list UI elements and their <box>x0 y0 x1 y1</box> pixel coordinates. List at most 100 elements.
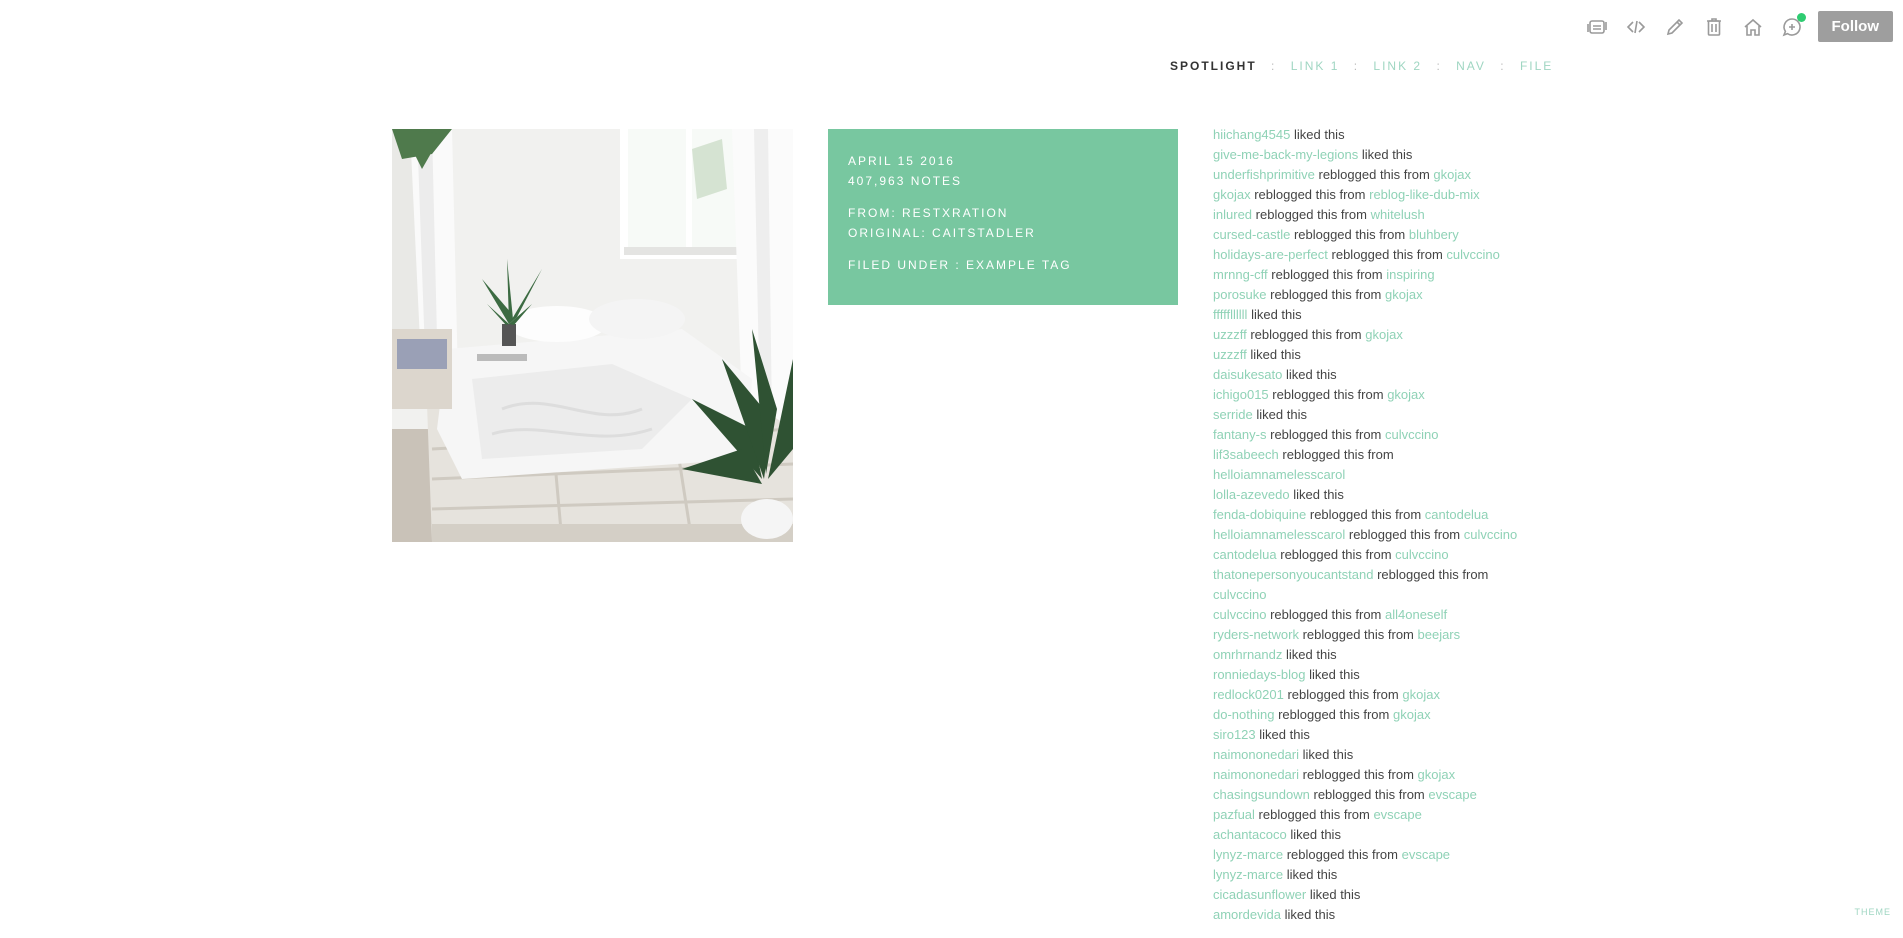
note-user-link[interactable]: lolla-azevedo <box>1213 487 1290 502</box>
note-user-link[interactable]: naimononedari <box>1213 767 1299 782</box>
tag-link[interactable]: EXAMPLE TAG <box>966 258 1072 272</box>
note-source-link[interactable]: gkojax <box>1433 167 1471 182</box>
note-action: reblogged this from <box>1272 387 1384 402</box>
customize-icon[interactable] <box>1586 16 1608 38</box>
note-source-link[interactable]: evscape <box>1428 787 1476 802</box>
note-user-link[interactable]: underfishprimitive <box>1213 167 1315 182</box>
note-user-link[interactable]: ichigo015 <box>1213 387 1269 402</box>
note-user-link[interactable]: gkojax <box>1213 187 1251 202</box>
note-source-link[interactable]: gkojax <box>1365 327 1403 342</box>
note-user-link[interactable]: siro123 <box>1213 727 1256 742</box>
note-user-link[interactable]: holidays-are-perfect <box>1213 247 1328 262</box>
nav-separator: : <box>1436 59 1442 73</box>
note-source-link[interactable]: culvccino <box>1213 587 1266 602</box>
message-icon[interactable] <box>1781 12 1806 38</box>
note-user-link[interactable]: omrhrnandz <box>1213 647 1282 662</box>
note-user-link[interactable]: pazfual <box>1213 807 1255 822</box>
note-user-link[interactable]: cantodelua <box>1213 547 1277 562</box>
delete-icon[interactable] <box>1703 16 1725 38</box>
note-user-link[interactable]: serride <box>1213 407 1253 422</box>
note-action: reblogged this from <box>1293 227 1406 242</box>
edit-icon[interactable] <box>1664 16 1686 38</box>
note-user-link[interactable]: inlured <box>1213 207 1252 222</box>
note-user-link[interactable]: mrnng-cff <box>1213 267 1268 282</box>
note-user-link[interactable]: helloiamnamelesscarol <box>1213 527 1345 542</box>
note-source-link[interactable]: gkojax <box>1393 707 1431 722</box>
theme-credit-link[interactable]: THEME <box>1855 907 1892 917</box>
note-user-link[interactable]: lynyz-marce <box>1213 867 1283 882</box>
note-source-link[interactable]: cantodelua <box>1425 507 1489 522</box>
note-user-link[interactable]: uzzzff <box>1213 347 1247 362</box>
note-user-link[interactable]: do-nothing <box>1213 707 1274 722</box>
note-user-link[interactable]: fenda-dobiquine <box>1213 507 1306 522</box>
note-user-link[interactable]: chasingsundown <box>1213 787 1310 802</box>
note-user-link[interactable]: cursed-castle <box>1213 227 1290 242</box>
post-date[interactable]: APRIL 15 2016 <box>848 151 1158 171</box>
note-source-link[interactable]: culvccino <box>1446 247 1499 262</box>
notes-list: hiichang4545 liked this give-me-back-my-l… <box>1213 125 1523 925</box>
note-user-link[interactable]: ronniedays-blog <box>1213 667 1306 682</box>
original-user-link[interactable]: CAITSTADLER <box>932 226 1036 240</box>
nav-link-1[interactable]: LINK 1 <box>1291 59 1340 73</box>
post-photo[interactable] <box>392 129 793 542</box>
note-user-link[interactable]: cicadasunflower <box>1213 887 1306 902</box>
note-source-link[interactable]: gkojax <box>1402 687 1440 702</box>
note-action: reblogged this from <box>1287 687 1399 702</box>
note-source-link[interactable]: culvccino <box>1464 527 1517 542</box>
note-user-link[interactable]: ryders-network <box>1213 627 1299 642</box>
note-source-link[interactable]: all4oneself <box>1385 607 1447 622</box>
note-user-link[interactable]: uzzzff <box>1213 327 1247 342</box>
note-source-link[interactable]: helloiamnamelesscarol <box>1213 467 1345 482</box>
nav-link-nav[interactable]: NAV <box>1456 59 1486 73</box>
list-item: serride liked this <box>1213 405 1523 425</box>
note-user-link[interactable]: fantany-s <box>1213 427 1266 442</box>
note-user-link[interactable]: give-me-back-my-legions <box>1213 147 1358 162</box>
note-user-link[interactable]: daisukesato <box>1213 367 1282 382</box>
list-item: pazfual reblogged this from evscape <box>1213 805 1523 825</box>
post-notes-count[interactable]: 407,963 NOTES <box>848 171 1158 191</box>
nav-link-file[interactable]: FILE <box>1520 59 1553 73</box>
dashboard-home-icon[interactable] <box>1742 16 1764 38</box>
list-item: porosuke reblogged this from gkojax <box>1213 285 1523 305</box>
note-user-link[interactable]: naimononedari <box>1213 747 1299 762</box>
note-source-link[interactable]: gkojax <box>1418 767 1456 782</box>
note-user-link[interactable]: lynyz-marce <box>1213 847 1283 862</box>
note-user-link[interactable]: lif3sabeech <box>1213 447 1279 462</box>
note-action: reblogged this from <box>1302 627 1414 642</box>
note-user-link[interactable]: hiichang4545 <box>1213 127 1290 142</box>
list-item: daisukesato liked this <box>1213 365 1523 385</box>
note-action: reblogged this from <box>1270 287 1382 302</box>
note-action: reblogged this from <box>1258 807 1370 822</box>
note-user-link[interactable]: amordevida <box>1213 907 1281 922</box>
note-source-link[interactable]: inspiring <box>1386 267 1434 282</box>
note-user-link[interactable]: redlock0201 <box>1213 687 1284 702</box>
blog-title[interactable]: SPOTLIGHT <box>1170 59 1257 73</box>
note-source-link[interactable]: gkojax <box>1387 387 1425 402</box>
note-source-link[interactable]: culvccino <box>1395 547 1448 562</box>
embed-icon[interactable] <box>1625 16 1647 38</box>
note-user-link[interactable]: culvccino <box>1213 607 1266 622</box>
note-user-link[interactable]: thatonepersonyoucantstand <box>1213 567 1373 582</box>
note-source-link[interactable]: evscape <box>1373 807 1421 822</box>
note-user-link[interactable]: fffffllllll <box>1213 307 1247 322</box>
list-item: cantodelua reblogged this from culvccino <box>1213 545 1523 565</box>
note-source-link[interactable]: evscape <box>1402 847 1450 862</box>
follow-button[interactable]: Follow <box>1817 11 1893 42</box>
note-source-link[interactable]: reblog-like-dub-mix <box>1369 187 1480 202</box>
note-source-link[interactable]: gkojax <box>1385 287 1423 302</box>
note-source-link[interactable]: whitelush <box>1371 207 1425 222</box>
list-item: ichigo015 reblogged this from gkojax <box>1213 385 1523 405</box>
note-user-link[interactable]: porosuke <box>1213 287 1266 302</box>
list-item: ryders-network reblogged this from beeja… <box>1213 625 1523 645</box>
nav-link-2[interactable]: LINK 2 <box>1373 59 1422 73</box>
list-item: naimononedari reblogged this from gkojax <box>1213 765 1523 785</box>
blog-nav: SPOTLIGHT : LINK 1 : LINK 2 : NAV : FILE <box>1170 59 1553 73</box>
note-action: liked this <box>1286 867 1338 882</box>
note-source-link[interactable]: culvccino <box>1385 427 1438 442</box>
list-item: omrhrnandz liked this <box>1213 645 1523 665</box>
note-source-link[interactable]: beejars <box>1418 627 1461 642</box>
list-item: naimononedari liked this <box>1213 745 1523 765</box>
note-source-link[interactable]: bluhbery <box>1409 227 1459 242</box>
note-user-link[interactable]: achantacoco <box>1213 827 1287 842</box>
from-user-link[interactable]: RESTXRATION <box>902 206 1008 220</box>
